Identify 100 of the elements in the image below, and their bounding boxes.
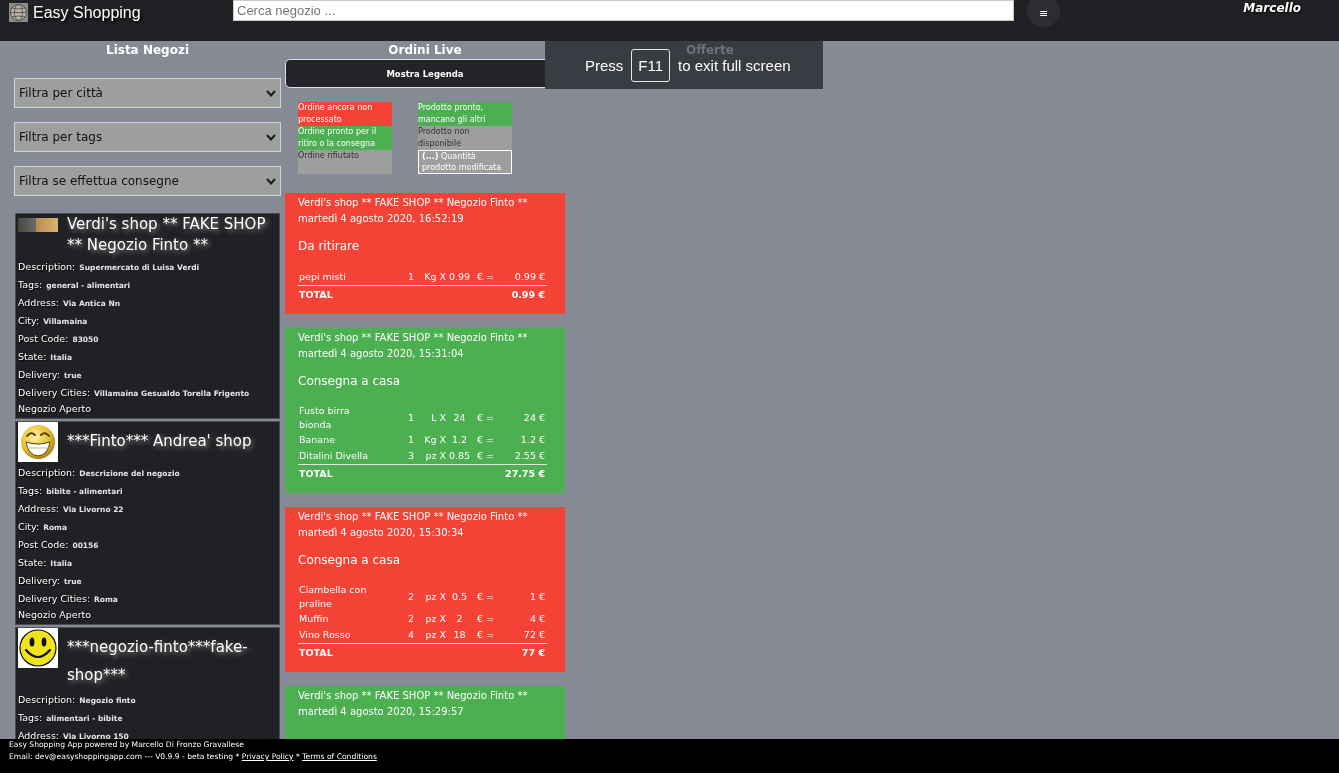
legend-item: (...) Quantità prodotto modificata [418,150,512,174]
item-quantity: 4 [406,628,415,642]
field-label: Delivery: [18,369,60,380]
item-equals: € = [476,612,495,626]
item-name: Ditalini Divella [298,449,369,463]
item-quantity: 1 [406,433,415,447]
panel-heading: Ordini Live [388,42,462,58]
item-name: Fusto birra bionda [298,404,351,432]
item-name: Banane [298,433,337,447]
total-value: 0.99 € [511,288,545,302]
field-label: Description: [18,467,76,478]
item-total: 1 € [528,590,546,604]
panel-heading: Lista Negozi [106,42,189,58]
field-label: Address: [18,297,60,308]
item-equals: € = [476,590,495,604]
total-label: TOTAL [299,288,334,302]
item-unit: pz X [424,449,447,463]
field-label: Post Code: [18,333,69,344]
field-label: City: [18,315,40,326]
photo-placeholder [18,217,58,232]
filter-select[interactable]: Filtra se effettua consegne [14,166,281,196]
chevron-down-icon [266,177,276,185]
item-equals: € = [476,433,495,447]
grinning-smiley-icon [18,422,58,462]
item-quantity: 2 [406,612,415,626]
item-total: 2.55 € [513,449,546,463]
field-label: Description: [18,694,76,705]
item-total: 24 € [522,411,546,425]
search-field[interactable]: Cerca negozio ... [233,0,1014,21]
item-name: Muffin [298,612,330,626]
menu-button[interactable]: ≡ [1027,0,1060,27]
item-price: 24 [452,411,467,425]
app-title: Easy Shopping [33,3,141,22]
item-name: pepi misti [298,270,347,284]
item-name: Vino Rosso [298,628,352,642]
item-price: 18 [452,628,467,642]
item-price: 0.99 [448,270,472,284]
item-price: 1.2 [450,433,469,447]
item-unit: pz X [424,612,447,626]
notice-text: Press [585,56,624,74]
globe-logo-icon [9,3,28,22]
order-date: martedì 4 agosto 2020, 15:30:34 [298,526,465,540]
order-date: martedì 4 agosto 2020, 16:52:19 [298,212,465,226]
order-shop-name: Verdi's shop ** FAKE SHOP ** Negozio Finto ** [298,196,529,210]
item-quantity: 1 [406,270,415,284]
item-unit: Kg X [423,433,447,447]
field-label: Delivery Cities: [18,387,91,398]
item-price: 2 [455,612,464,626]
order-shop-name: Verdi's shop ** FAKE SHOP ** Negozio Finto ** [298,510,529,524]
shop-name: Verdi's shop ** FAKE SHOP ** Negozio Finto ** [67,214,267,256]
legend-item: Ordine pronto per il ritiro o la consegna [298,126,392,150]
filter-select[interactable]: Filtra per tags [14,122,281,152]
shop-name: ***negozio-finto***fake-shop*** [67,637,249,686]
item-total: 0.99 € [513,270,546,284]
item-unit: Kg X [423,270,447,284]
field-label: Delivery: [18,575,60,586]
item-quantity: 3 [406,449,415,463]
chevron-down-icon [266,89,276,97]
item-name: Ciambella con praline [298,583,368,611]
item-quantity: 1 [406,411,415,425]
legend-item: Ordine ancora non processato [298,102,392,126]
item-price: 0.85 [448,449,472,463]
user-name[interactable]: Marcello [1243,1,1301,15]
item-total: 72 € [522,628,546,642]
shop-card[interactable] [15,421,280,625]
item-unit: pz X [424,590,447,604]
order-date: martedì 4 agosto 2020, 15:31:04 [298,347,465,361]
chevron-down-icon [266,133,276,141]
field-label: City: [18,521,40,532]
total-value: 27.75 € [505,467,545,481]
shop-name: ***Finto*** Andrea' shop [67,431,253,452]
shop-card[interactable] [15,213,280,419]
field-label: Description: [18,261,76,272]
order-type: Da ritirare [298,238,361,255]
field-label: Tags: [18,485,43,496]
total-label: TOTAL [299,467,334,481]
field-label: Address: [18,730,60,739]
item-quantity: 2 [406,590,415,604]
order-type: Consegna a casa [298,373,402,390]
order-shop-name: Verdi's shop ** FAKE SHOP ** Negozio Finto ** [298,331,529,345]
item-total: 4 € [528,612,546,626]
filter-select[interactable]: Filtra per città [14,78,281,108]
field-label: Address: [18,503,60,514]
shop-status: Negozio Aperto [18,608,93,622]
field-label: State: [18,351,47,362]
item-total: 1.2 € [519,433,546,447]
order-shop-name: Verdi's shop ** FAKE SHOP ** Negozio Finto ** [298,689,529,703]
item-unit: pz X [424,628,447,642]
total-value: 77 € [521,646,545,660]
item-equals: € = [476,270,495,284]
field-label: Tags: [18,712,43,723]
item-equals: € = [476,411,495,425]
field-label: Delivery Cities: [18,593,91,604]
smiley-icon [18,628,58,668]
keyboard-key: F11 [631,48,671,82]
order-type: Consegna a casa [298,552,402,569]
item-equals: € = [476,628,495,642]
total-label: TOTAL [299,646,334,660]
field-label: State: [18,557,47,568]
shop-status: Negozio Aperto [18,402,93,416]
